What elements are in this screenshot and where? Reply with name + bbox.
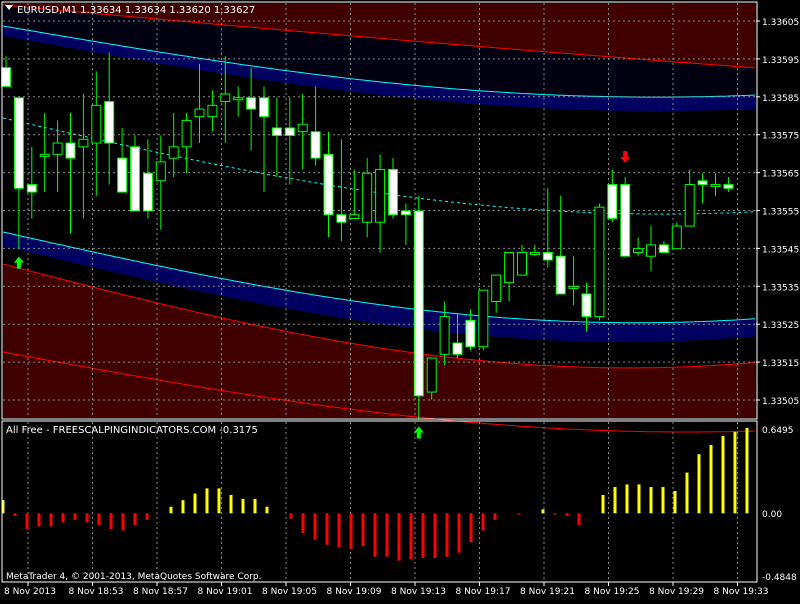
candle-body-bear — [104, 101, 115, 144]
candle-body-bear — [284, 127, 295, 136]
time-label: 8 Nov 19:01 — [198, 587, 253, 597]
candle-body-bull — [78, 138, 89, 148]
price-label: 1.33585 — [762, 94, 799, 104]
time-label: 8 Nov 2013 — [4, 587, 56, 597]
price-label: 1.33515 — [762, 359, 799, 369]
candle-body-bull — [594, 206, 605, 318]
metatrader-chart-window[interactable]: EURUSD,M1 1.33634 1.33634 1.33620 1.3362… — [0, 0, 800, 600]
candle-body-bull — [297, 123, 308, 133]
candle[interactable] — [671, 222, 682, 250]
candle[interactable] — [478, 289, 489, 351]
time-label: 8 Nov 19:25 — [585, 587, 640, 597]
candle-body-bear — [246, 97, 257, 110]
indicator-label: 0.6495 — [762, 426, 794, 436]
candle-body-bull — [568, 285, 579, 289]
indicator-label: -0.4848 — [762, 573, 797, 583]
candle-body-bear — [542, 251, 553, 261]
time-label: 8 Nov 19:29 — [649, 587, 704, 597]
candle-body-bull — [671, 225, 682, 250]
candle-body-bull — [529, 251, 540, 255]
candle-body-bull — [684, 184, 695, 227]
time-label: 8 Nov 19:33 — [714, 587, 769, 597]
candle-body-bear — [400, 210, 411, 216]
candle-body-bull — [155, 161, 166, 182]
price-label: 1.33575 — [762, 132, 799, 142]
price-label: 1.33595 — [762, 56, 799, 66]
candle[interactable] — [130, 135, 140, 212]
candle-body-bull — [517, 251, 527, 276]
time-label: 8 Nov 18:53 — [69, 587, 124, 597]
candle-body-bull — [478, 289, 489, 348]
candle-body-bear — [388, 168, 398, 216]
time-label: 8 Nov 19:13 — [391, 587, 446, 597]
price-label: 1.33555 — [762, 208, 799, 218]
candle-body-bear — [271, 127, 282, 136]
candle-body-bear — [13, 97, 24, 189]
candle-body-bull — [362, 172, 373, 223]
candle-body-bull — [168, 146, 179, 159]
candle-body-bull — [207, 104, 218, 118]
candle-body-bull — [233, 97, 244, 101]
price-label: 1.33545 — [762, 245, 799, 255]
candle-body-bear — [310, 131, 321, 159]
candle-body-bull — [220, 93, 231, 103]
candle-body-bull — [504, 251, 515, 284]
time-label: 8 Nov 19:21 — [520, 587, 575, 597]
candle-body-bear — [607, 184, 618, 219]
candle-body-bull — [375, 168, 386, 223]
candle-body-bull — [439, 316, 450, 355]
candle-body-bear — [581, 293, 592, 318]
candle-body-bull — [91, 104, 102, 144]
candle-body-bull — [491, 274, 502, 303]
time-label: 8 Nov 19:09 — [327, 587, 382, 597]
price-label: 1.33535 — [762, 283, 799, 293]
price-label: 1.33505 — [762, 397, 799, 407]
candle-body-bear — [336, 214, 347, 223]
candle-body-bear — [452, 342, 463, 355]
candle-body-bear — [1, 67, 11, 87]
candle-body-bull — [710, 184, 721, 188]
candle-body-bull — [39, 153, 50, 157]
candle[interactable] — [413, 195, 424, 419]
candle[interactable] — [594, 203, 605, 321]
footer-copyright: MetaTrader 4, © 2001-2013, MetaQuotes So… — [6, 572, 262, 582]
candle-body-bear — [697, 180, 708, 186]
candle-body-bear — [130, 146, 140, 212]
candle-body-bull — [349, 214, 360, 220]
candle-body-bear — [65, 142, 76, 159]
price-label: 1.33565 — [762, 170, 799, 180]
candle-body-bear — [259, 97, 269, 118]
time-label: 8 Nov 18:57 — [133, 587, 188, 597]
candle-body-bear — [117, 157, 128, 193]
chart-canvas[interactable]: EURUSD,M1 1.33634 1.33634 1.33620 1.3362… — [0, 0, 800, 600]
time-label: 8 Nov 19:17 — [456, 587, 511, 597]
candle-body-bear — [26, 184, 37, 193]
indicator-label: 0.00 — [762, 510, 782, 520]
price-label: 1.33605 — [762, 18, 799, 28]
candle[interactable] — [620, 177, 631, 257]
candle-body-bear — [465, 319, 476, 348]
candle-body-bull — [426, 357, 437, 393]
candle-body-bull — [646, 244, 656, 257]
candle-body-bull — [194, 108, 205, 118]
candle-body-bear — [620, 184, 631, 257]
candle-body-bear — [323, 153, 334, 216]
time-label: 8 Nov 19:05 — [262, 587, 317, 597]
candle-body-bear — [142, 172, 153, 212]
candle-body-bear — [723, 184, 734, 189]
candle-body-bear — [658, 244, 669, 253]
price-label: 1.33525 — [762, 321, 799, 331]
indicator-panel-header: All Free - FREESCALPINGINDICATORS.COM -0… — [6, 425, 258, 436]
candle-body-bull — [52, 142, 63, 155]
main-panel-header: EURUSD,M1 1.33634 1.33634 1.33620 1.3362… — [17, 5, 255, 16]
candle-body-bull — [633, 248, 644, 253]
candle-body-bull — [181, 119, 192, 148]
candle-body-bear — [413, 210, 424, 397]
candle-body-bear — [555, 255, 566, 295]
